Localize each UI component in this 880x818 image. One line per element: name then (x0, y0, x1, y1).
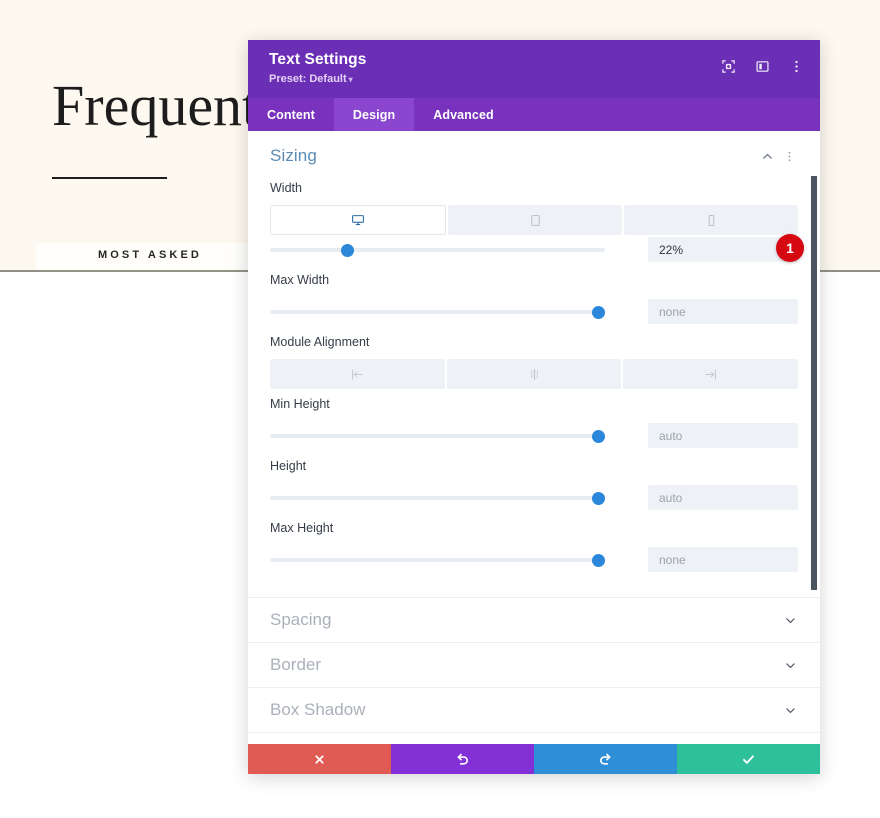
field-module-alignment: Module Alignment (270, 335, 799, 389)
width-slider[interactable] (270, 235, 605, 265)
min-height-slider-track (270, 434, 605, 438)
module-alignment-options (270, 359, 799, 389)
annotation-badge-1: 1 (776, 234, 804, 262)
sizing-title: Sizing (270, 146, 317, 165)
chevron-down-icon: ▾ (348, 75, 353, 84)
hero-divider (52, 177, 167, 179)
field-max-height: Max Height none (270, 521, 798, 575)
modal-footer (248, 744, 820, 774)
section-sizing: Sizing Width 22% Max Width none Module A… (248, 131, 820, 575)
chevron-down-icon (782, 702, 798, 718)
section-spacing[interactable]: Spacing (248, 597, 820, 642)
max-height-label: Max Height (270, 521, 334, 535)
eyebrow-text: MOST ASKED (98, 249, 202, 261)
field-height: Height auto (270, 459, 798, 513)
close-button[interactable] (248, 744, 391, 774)
layout-panel-icon[interactable] (752, 56, 772, 76)
section-filters-partial[interactable] (248, 732, 820, 744)
min-height-label: Min Height (270, 397, 330, 411)
preset-label: Preset: Default (269, 73, 347, 85)
chevron-down-icon (782, 612, 798, 628)
modal-header-actions (718, 56, 806, 76)
height-slider[interactable] (270, 483, 605, 513)
tab-design[interactable]: Design (333, 98, 415, 131)
width-slider-row: 22% (270, 235, 798, 265)
width-slider-track (270, 248, 605, 252)
height-value-input[interactable]: auto (648, 485, 798, 510)
modal-body: Sizing Width 22% Max Width none Module A… (248, 131, 820, 744)
tab-content[interactable]: Content (248, 98, 334, 131)
tab-advanced[interactable]: Advanced (414, 98, 513, 131)
border-title: Border (270, 655, 322, 674)
sizing-header: Sizing (270, 131, 798, 173)
max-width-slider[interactable] (270, 297, 605, 327)
undo-button[interactable] (391, 744, 534, 774)
width-slider-thumb[interactable] (340, 243, 354, 257)
modal-header: Text Settings Preset: Default ▾ (248, 40, 820, 98)
max-height-slider-thumb[interactable] (591, 553, 605, 567)
device-tab-tablet[interactable] (448, 205, 622, 235)
field-max-width: Max Width none (270, 273, 798, 327)
min-height-slider-thumb[interactable] (591, 429, 605, 443)
box-shadow-title: Box Shadow (270, 700, 366, 719)
height-label: Height (270, 459, 307, 473)
section-box-shadow[interactable]: Box Shadow (248, 687, 820, 732)
field-width: Width 22% (270, 181, 798, 265)
module-alignment-label: Module Alignment (270, 335, 370, 349)
height-slider-row: auto (270, 483, 798, 513)
max-width-value-input[interactable]: none (648, 299, 798, 324)
max-height-slider[interactable] (270, 545, 605, 575)
more-vertical-icon[interactable] (780, 147, 798, 165)
chevron-down-icon (782, 657, 798, 673)
min-height-value-input[interactable]: auto (648, 423, 798, 448)
min-height-slider-row: auto (270, 421, 798, 451)
max-height-slider-row: none (270, 545, 798, 575)
align-left-icon[interactable] (270, 359, 445, 389)
max-width-slider-row: none (270, 297, 798, 327)
text-settings-modal: Text Settings Preset: Default ▾ Content … (248, 40, 820, 774)
device-tab-phone[interactable] (624, 205, 798, 235)
more-vertical-icon[interactable] (786, 56, 806, 76)
min-height-slider[interactable] (270, 421, 605, 451)
max-width-slider-track (270, 310, 605, 314)
max-width-label: Max Width (270, 273, 330, 287)
section-border[interactable]: Border (248, 642, 820, 687)
redo-button[interactable] (534, 744, 677, 774)
modal-scrollbar-thumb[interactable] (811, 176, 817, 590)
modal-tabs: Content Design Advanced (248, 98, 820, 131)
modal-scrollbar[interactable] (810, 131, 820, 744)
max-height-slider-track (270, 558, 605, 562)
width-device-tabs (270, 205, 798, 235)
height-slider-track (270, 496, 605, 500)
focus-icon[interactable] (718, 56, 738, 76)
spacing-title: Spacing (270, 610, 332, 629)
height-slider-thumb[interactable] (591, 491, 605, 505)
save-button[interactable] (677, 744, 820, 774)
width-label: Width (270, 181, 302, 195)
align-right-icon[interactable] (623, 359, 799, 389)
align-center-icon[interactable] (446, 359, 622, 389)
max-height-value-input[interactable]: none (648, 547, 798, 572)
field-min-height: Min Height auto (270, 397, 798, 451)
chevron-up-icon[interactable] (758, 147, 776, 165)
max-width-slider-thumb[interactable] (591, 305, 605, 319)
device-tab-desktop[interactable] (270, 205, 446, 235)
